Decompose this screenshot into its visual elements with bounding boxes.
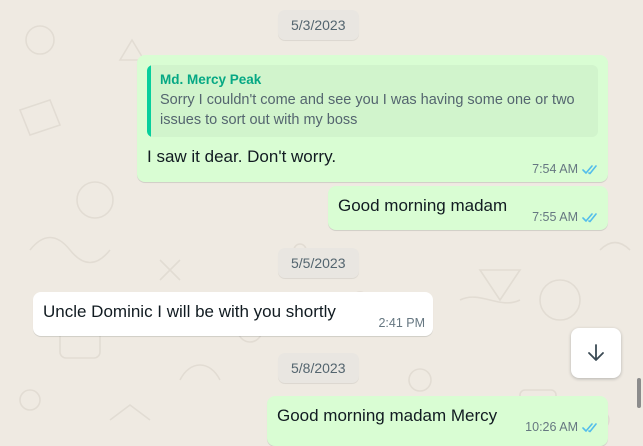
arrow-down-icon (588, 344, 604, 361)
scrollbar-thumb[interactable] (637, 378, 641, 408)
date-separator: 5/3/2023 (278, 10, 359, 40)
quote-accent-bar (147, 65, 151, 137)
message-meta: 7:55 AM (532, 210, 599, 224)
quote-text: Sorry I couldn't come and see you I was … (160, 92, 575, 128)
message-meta: 10:26 AM (525, 420, 599, 434)
quoted-message[interactable]: Md. Mercy Peak Sorry I couldn't come and… (147, 65, 598, 137)
message-bubble-outgoing[interactable]: Md. Mercy Peak Sorry I couldn't come and… (137, 55, 608, 182)
double-check-icon (582, 422, 597, 432)
date-separator: 5/5/2023 (278, 248, 359, 278)
double-check-icon (582, 164, 597, 174)
message-meta: 2:41 PM (378, 316, 425, 330)
message-text: Uncle Dominic I will be with you shortly (43, 302, 336, 321)
quote-author: Md. Mercy Peak (160, 72, 262, 87)
double-check-icon (582, 212, 597, 222)
scroll-to-bottom-button[interactable] (571, 328, 621, 378)
message-time: 7:55 AM (532, 210, 578, 224)
message-text: Good morning madam (338, 196, 508, 215)
message-text: Good morning madam Mercy (277, 406, 498, 425)
message-bubble-incoming[interactable]: Uncle Dominic I will be with you shortly… (33, 292, 433, 336)
message-time: 7:54 AM (532, 162, 578, 176)
message-time: 10:26 AM (525, 420, 578, 434)
message-bubble-outgoing[interactable]: Good morning madam 7:55 AM (328, 186, 608, 230)
message-meta: 7:54 AM (532, 162, 599, 176)
date-separator: 5/8/2023 (278, 353, 359, 383)
message-text: I saw it dear. Don't worry. (147, 147, 337, 166)
message-time: 2:41 PM (378, 316, 425, 330)
